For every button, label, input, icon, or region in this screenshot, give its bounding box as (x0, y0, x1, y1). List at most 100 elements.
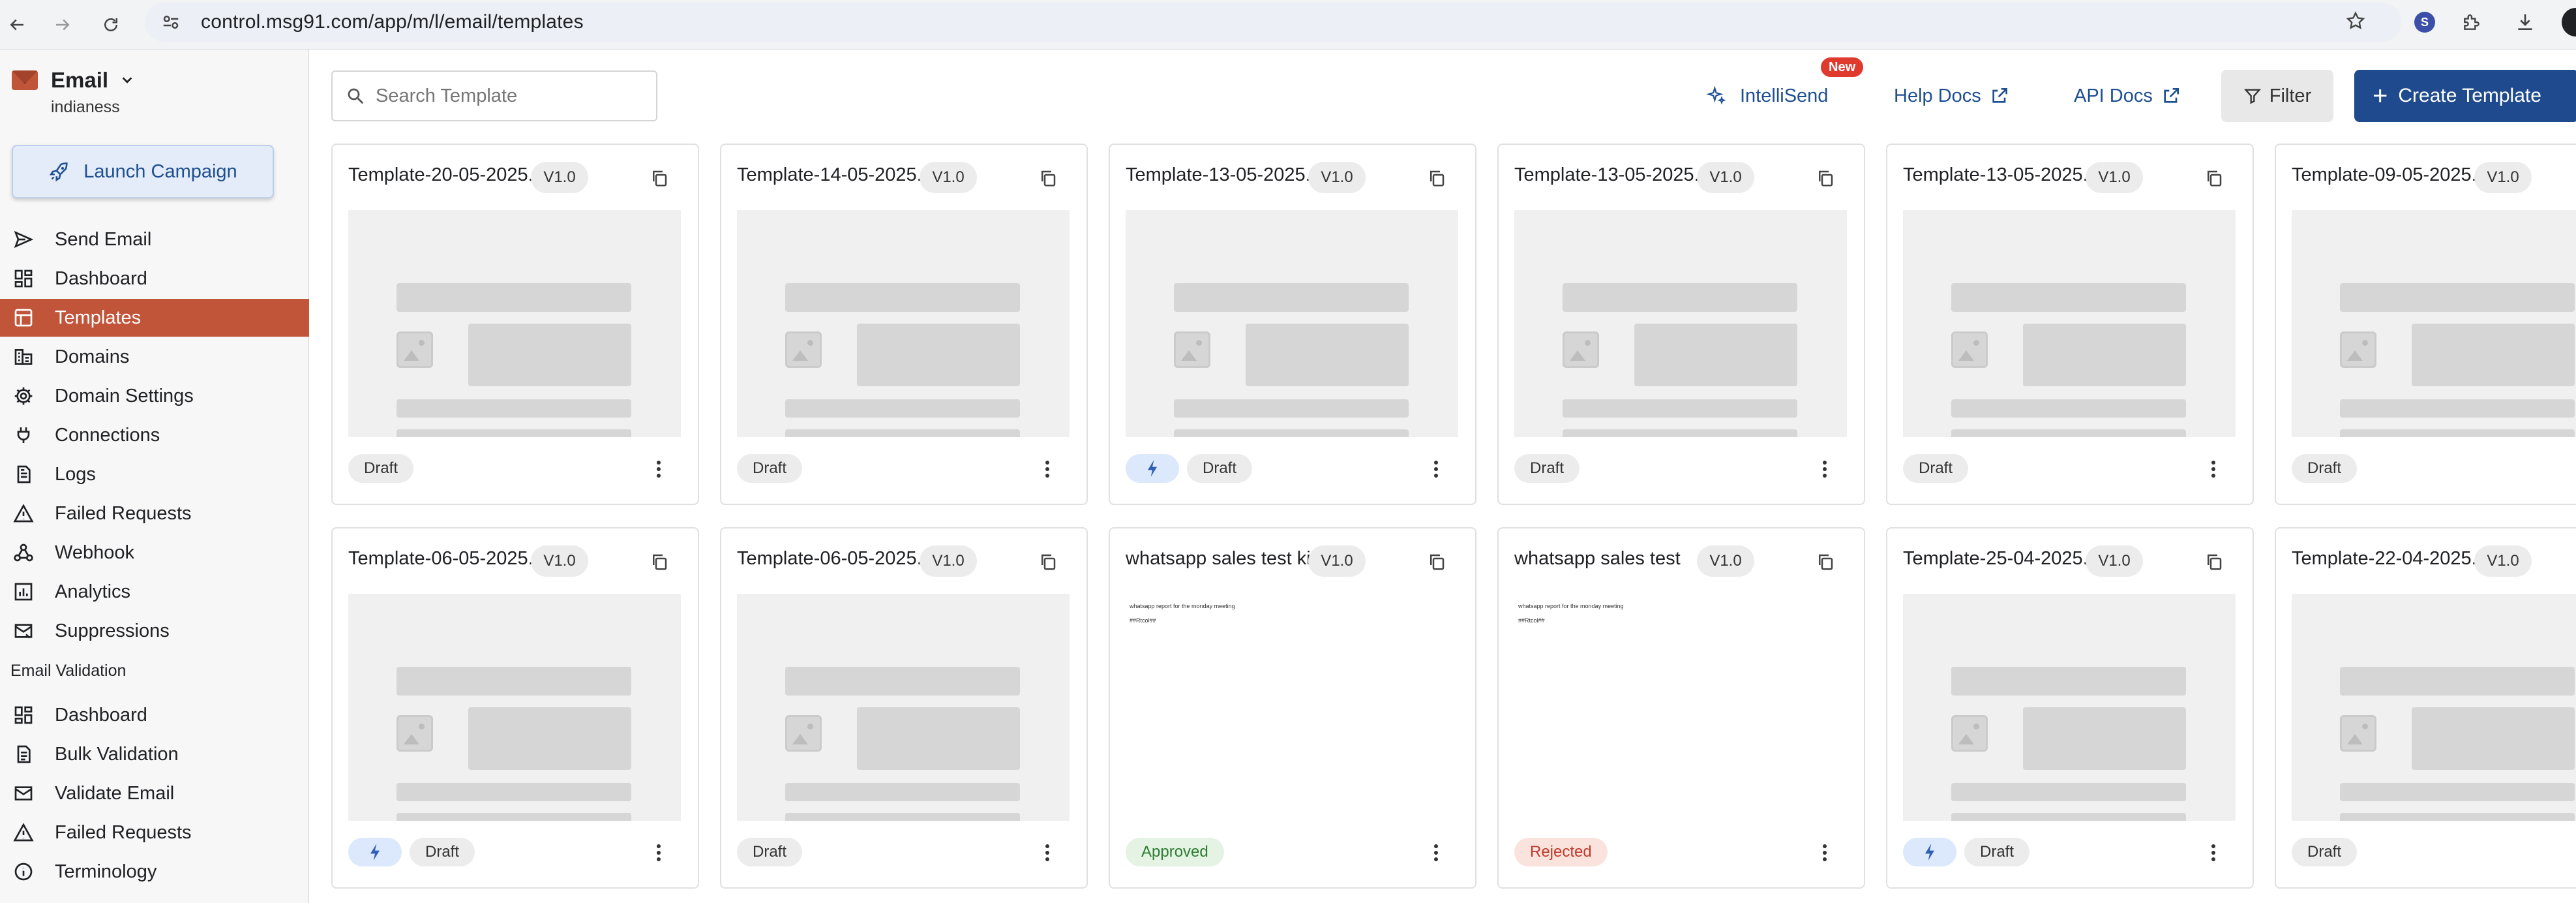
template-card[interactable]: Template-13-05-2025... V1.0 Draft (1886, 144, 2254, 505)
more-options-icon[interactable] (2209, 843, 2217, 863)
template-preview[interactable] (737, 210, 1070, 437)
template-card[interactable]: Template-20-05-2025... V1.0 Draft (331, 144, 699, 505)
image-placeholder-icon (1174, 331, 1210, 368)
template-preview[interactable] (1903, 594, 2236, 821)
template-preview[interactable] (1903, 210, 2236, 437)
profile-avatar[interactable] (2562, 8, 2576, 37)
create-template-button[interactable]: + Create Template (2354, 70, 2576, 122)
sidebar-item-dashboard[interactable]: Dashboard (0, 696, 309, 734)
sidebar-item-connections[interactable]: Connections (0, 416, 309, 454)
plus-icon: + (2373, 82, 2388, 110)
api-docs-link[interactable]: API Docs (2074, 77, 2181, 115)
placeholder-bar (397, 399, 631, 418)
version-badge: V1.0 (2086, 162, 2143, 193)
sidebar-item-dashboard[interactable]: Dashboard (0, 260, 309, 298)
section-label-email-validation: Email Validation (10, 662, 127, 680)
template-preview[interactable] (2292, 594, 2576, 821)
copy-icon[interactable] (650, 552, 669, 572)
copy-icon[interactable] (1038, 168, 1058, 188)
site-settings-icon[interactable] (159, 10, 183, 34)
sidebar-item-webhook[interactable]: Webhook (0, 534, 309, 572)
forward-button[interactable] (46, 8, 80, 42)
copy-icon[interactable] (1038, 552, 1058, 572)
template-preview[interactable] (1126, 210, 1458, 437)
version-badge: V1.0 (920, 545, 977, 577)
sidebar-item-send-email[interactable]: Send Email (0, 221, 309, 258)
template-card[interactable]: Template-13-05-2025... V1.0 Draft (1109, 144, 1476, 505)
template-preview[interactable] (737, 594, 1070, 821)
sidebar-item-failed-requests[interactable]: Failed Requests (0, 814, 309, 851)
template-card[interactable]: Template-13-05-2025... V1.0 Draft (1497, 144, 1865, 505)
template-preview[interactable] (348, 210, 681, 437)
copy-icon[interactable] (1816, 552, 1835, 572)
launch-campaign-button[interactable]: Launch Campaign (12, 145, 274, 198)
template-card[interactable]: Template-14-05-2025... V1.0 Draft (720, 144, 1088, 505)
template-preview[interactable]: whatsapp report for the monday meeting ##… (1514, 594, 1847, 821)
sidebar-item-validate-email[interactable]: Validate Email (0, 774, 309, 812)
template-preview[interactable] (1514, 210, 1847, 437)
address-bar[interactable]: control.msg91.com/app/m/l/email/template… (145, 3, 2401, 42)
status-row: Draft (1514, 454, 1580, 483)
template-card[interactable]: whatsapp sales test kiwi V1.0 whatsapp r… (1109, 527, 1476, 889)
template-preview[interactable]: whatsapp report for the monday meeting ##… (1126, 594, 1458, 821)
template-card[interactable]: whatsapp sales test V1.0 whatsapp report… (1497, 527, 1865, 889)
copy-icon[interactable] (1816, 168, 1835, 188)
sidebar-item-bulk-validation[interactable]: Bulk Validation (0, 735, 309, 773)
sidebar-item-domains[interactable]: Domains (0, 338, 309, 376)
reload-button[interactable] (94, 8, 128, 42)
sidebar-item-suppressions[interactable]: Suppressions (0, 612, 309, 650)
more-options-icon[interactable] (1043, 843, 1051, 863)
copy-icon[interactable] (2204, 552, 2224, 572)
more-options-icon[interactable] (1432, 843, 1440, 863)
more-options-icon[interactable] (2209, 459, 2217, 479)
bookmark-star-icon[interactable] (2341, 7, 2370, 35)
filter-button[interactable]: Filter (2221, 70, 2333, 122)
sidebar-item-domain-settings[interactable]: Domain Settings (0, 377, 309, 415)
status-badge: Draft (737, 454, 803, 483)
copy-icon[interactable] (2204, 168, 2224, 188)
template-card[interactable]: Template-09-05-2025... V1.0 Draft (2275, 144, 2576, 505)
placeholder-bar (1174, 399, 1409, 418)
more-options-icon[interactable] (1043, 459, 1051, 479)
search-box[interactable] (331, 70, 657, 121)
placeholder-bar (785, 813, 1020, 821)
more-options-icon[interactable] (1821, 843, 1829, 863)
template-card[interactable]: Template-06-05-2025... V1.0 Draft (720, 527, 1088, 889)
sidebar-item-logs[interactable]: Logs (0, 455, 309, 493)
copy-icon[interactable] (650, 168, 669, 188)
puzzle-icon[interactable] (2457, 8, 2486, 37)
template-preview[interactable] (2292, 210, 2576, 437)
template-card[interactable]: Template-22-04-2025... V1.0 Draft (2275, 527, 2576, 889)
placeholder-bar (785, 783, 1020, 801)
template-card[interactable]: Template-25-04-2025... V1.0 Draft (1886, 527, 2254, 889)
status-badge: Draft (1903, 454, 1969, 483)
template-preview[interactable] (348, 594, 681, 821)
intellisend-link[interactable]: IntelliSend (1706, 77, 1828, 115)
more-options-icon[interactable] (1821, 459, 1829, 479)
more-options-icon[interactable] (1432, 459, 1440, 479)
sidebar-item-analytics[interactable]: Analytics (0, 573, 309, 611)
placeholder-bar (397, 813, 631, 821)
template-card[interactable]: Template-06-05-2025... V1.0 Draft (331, 527, 699, 889)
sidebar-item-templates[interactable]: Templates (0, 299, 309, 337)
sidebar-item-terminology[interactable]: Terminology (0, 853, 309, 891)
copy-icon[interactable] (1427, 168, 1446, 188)
copy-icon[interactable] (1427, 552, 1446, 572)
back-button[interactable] (0, 8, 34, 42)
extension-s-icon[interactable]: S (2410, 8, 2439, 37)
search-input[interactable] (376, 85, 650, 107)
placeholder-bar (2340, 667, 2575, 696)
placeholder-block (2023, 324, 2186, 386)
more-options-icon[interactable] (655, 843, 663, 863)
sidebar-item-failed-requests[interactable]: Failed Requests (0, 495, 309, 532)
lightning-icon (370, 844, 380, 861)
download-icon[interactable] (2511, 8, 2539, 37)
version-badge: V1.0 (1697, 162, 1754, 193)
placeholder-bar (785, 283, 1020, 312)
help-docs-link[interactable]: Help Docs (1894, 77, 2010, 115)
product-switcher[interactable]: Email (12, 68, 134, 93)
status-badge: Rejected (1514, 838, 1608, 866)
more-options-icon[interactable] (655, 459, 663, 479)
placeholder-block (2023, 707, 2186, 770)
status-row: Draft (1903, 838, 2030, 866)
